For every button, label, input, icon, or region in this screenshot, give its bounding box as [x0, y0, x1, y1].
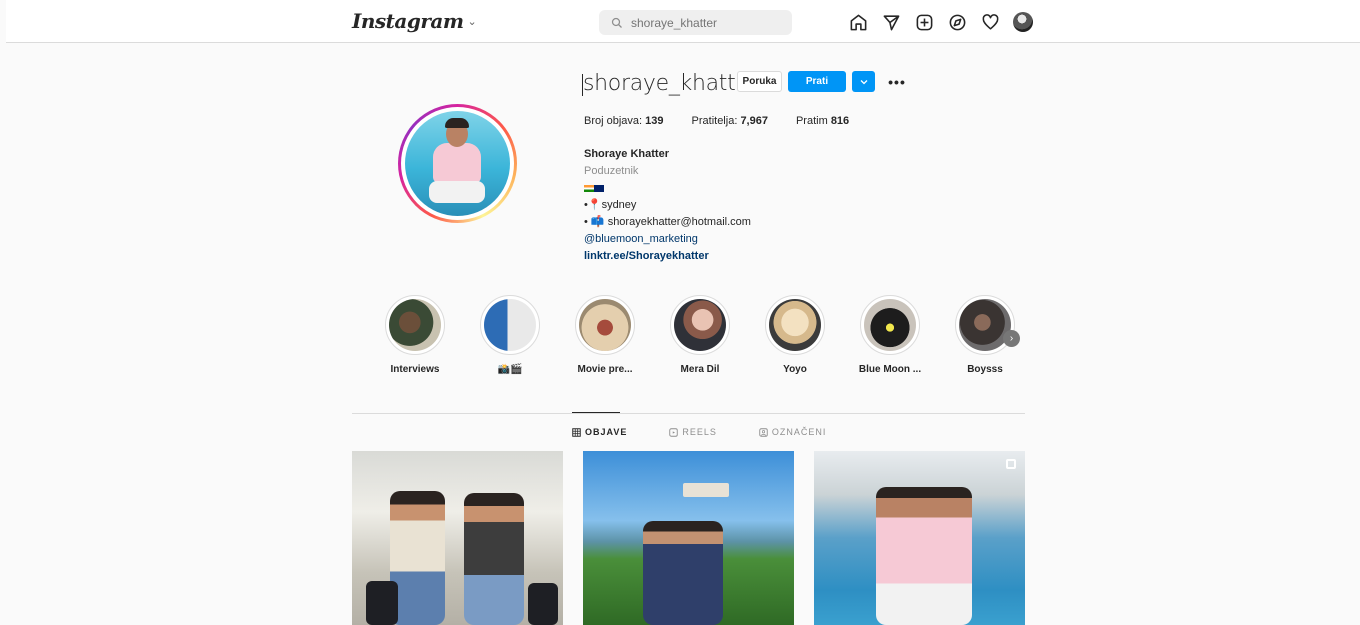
activity-heart-icon[interactable] — [980, 12, 1000, 32]
instagram-logo[interactable]: Instagram ⌄ — [352, 9, 477, 33]
profile-stats: Broj objava: 139 Pratitelja: 7,967 Prati… — [584, 115, 849, 127]
direct-message-icon[interactable] — [881, 12, 901, 32]
tab-posts[interactable]: OBJAVE — [572, 427, 627, 437]
profile-username: shoraye_khatter — [581, 71, 758, 96]
profile-tabs: OBJAVE REELS OZNAČENI — [572, 427, 826, 437]
highlight-item[interactable]: Blue Moon ... — [850, 295, 930, 375]
highlight-item[interactable]: Movie pre... — [565, 295, 645, 375]
top-navigation-bar: Instagram ⌄ — [6, 0, 1360, 43]
mailbox-icon: 📫 — [590, 216, 605, 228]
profile-avatar[interactable] — [1013, 12, 1033, 32]
posts-grid — [352, 451, 1025, 625]
profile-picture[interactable] — [398, 104, 517, 223]
tab-reels[interactable]: REELS — [669, 427, 717, 437]
next-highlights-arrow-icon[interactable]: › — [1003, 330, 1020, 347]
full-name: Shoraye Khatter — [584, 148, 669, 160]
mention-link[interactable]: @bluemoon_marketing — [584, 231, 751, 248]
followers-count[interactable]: Pratitelja: 7,967 — [692, 115, 768, 127]
following-count[interactable]: Pratim 816 — [796, 115, 849, 127]
highlight-item[interactable]: Interviews — [375, 295, 455, 375]
highlight-item[interactable]: Mera Dil — [660, 295, 740, 375]
flags-emoji — [584, 180, 751, 197]
chevron-down-icon — [860, 79, 867, 84]
follow-button[interactable]: Prati — [788, 71, 846, 92]
highlight-item[interactable]: Yoyo — [755, 295, 835, 375]
profile-bio: Shoraye Khatter Poduzetnik •📍sydney • 📫 … — [584, 146, 751, 265]
category: Poduzetnik — [584, 165, 639, 177]
nav-icons — [848, 12, 1033, 32]
search-input[interactable] — [631, 15, 781, 30]
post-thumbnail[interactable] — [352, 451, 563, 625]
email-line: • 📫 shorayekhatter@hotmail.com — [584, 216, 751, 228]
home-icon[interactable] — [848, 12, 868, 32]
australia-flag-icon — [594, 184, 604, 192]
highlight-item[interactable]: 📸🎬 — [470, 295, 550, 375]
external-link[interactable]: linktr.ee/Shorayekhatter — [584, 248, 751, 265]
search-box[interactable] — [599, 10, 792, 35]
new-post-icon[interactable] — [914, 12, 934, 32]
active-tab-indicator — [572, 412, 620, 413]
posts-count: Broj objava: 139 — [584, 115, 664, 127]
tagged-icon — [759, 427, 768, 437]
carousel-icon — [1006, 459, 1016, 469]
message-button[interactable]: Poruka — [737, 71, 782, 92]
chevron-down-icon[interactable]: ⌄ — [468, 15, 477, 28]
more-options-icon[interactable]: ••• — [886, 71, 908, 92]
post-thumbnail[interactable] — [583, 451, 794, 625]
post-thumbnail[interactable] — [814, 451, 1025, 625]
tab-tagged[interactable]: OZNAČENI — [759, 427, 827, 437]
grid-icon — [572, 427, 581, 437]
location-line: •📍sydney — [584, 199, 637, 211]
suggested-dropdown-button[interactable] — [852, 71, 875, 92]
reels-icon — [669, 427, 679, 437]
tabs-divider — [352, 413, 1025, 414]
pin-icon: 📍 — [587, 199, 602, 211]
india-flag-icon — [584, 184, 594, 192]
story-highlights: Interviews 📸🎬 Movie pre... Mera Dil Yoyo… — [376, 295, 1026, 385]
search-icon — [611, 17, 622, 28]
logo-text: Instagram — [352, 9, 464, 33]
explore-icon[interactable] — [947, 12, 967, 32]
